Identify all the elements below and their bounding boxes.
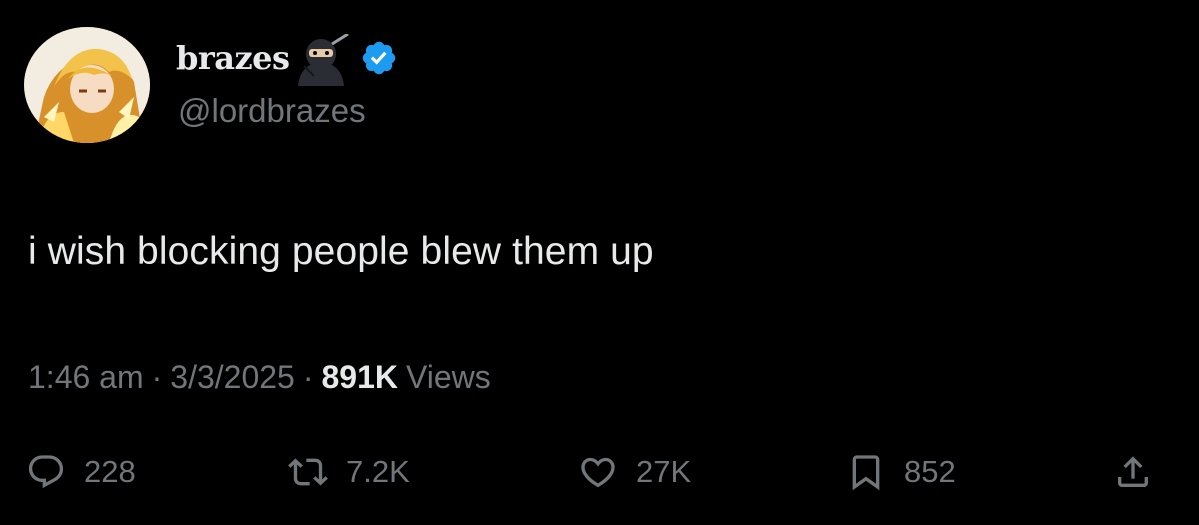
separator-dot: · (151, 359, 163, 395)
bookmark-button[interactable]: 852 (846, 448, 956, 496)
bookmark-icon (852, 455, 880, 491)
retweet-button[interactable]: 7.2K (288, 448, 410, 496)
avatar-image (24, 27, 150, 143)
like-button[interactable]: 27K (578, 448, 691, 496)
tweet-metadata: 1:46 am · 3/3/2025 · 891K Views (28, 359, 491, 396)
retweet-icon (288, 458, 328, 486)
avatar[interactable] (24, 27, 150, 143)
reply-icon (28, 455, 64, 489)
share-button[interactable] (1113, 448, 1153, 496)
retweet-count: 7.2K (346, 454, 410, 489)
views-label[interactable]: Views (406, 359, 491, 396)
like-count: 27K (636, 454, 692, 489)
separator-dot: · (302, 359, 314, 395)
display-name[interactable]: brazes (176, 39, 290, 77)
views-count[interactable]: 891K (322, 359, 399, 396)
reply-button[interactable]: 228 (26, 448, 136, 496)
ninja-icon (297, 34, 349, 86)
tweet-date[interactable]: 3/3/2025 (170, 359, 295, 396)
author-name-row[interactable]: brazes (176, 34, 398, 86)
reply-count: 228 (84, 454, 136, 489)
author-handle[interactable]: @lordbrazes (178, 92, 366, 130)
tweet-text: i wish blocking people blew them up (28, 230, 654, 273)
tweet-time[interactable]: 1:46 am (28, 359, 144, 396)
verified-badge-icon[interactable] (360, 39, 398, 77)
heart-icon (581, 457, 615, 488)
share-icon (1118, 456, 1148, 487)
bookmark-count: 852 (904, 454, 956, 489)
